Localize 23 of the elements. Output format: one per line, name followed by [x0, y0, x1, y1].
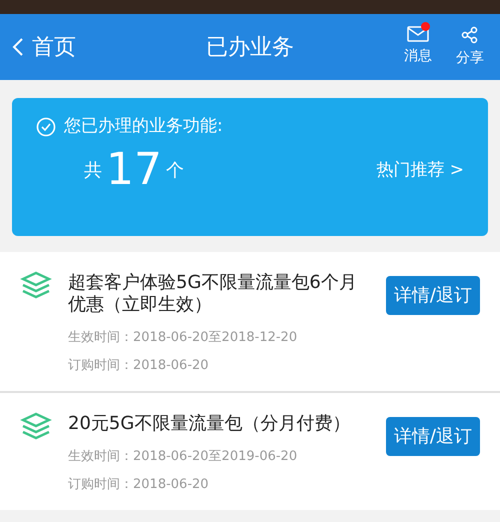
summary-label: 您已办理的业务功能: — [64, 115, 223, 138]
page-title: 已办业务 — [206, 34, 294, 62]
service-name: 超套客户体验5G不限量流量包6个月优惠（立即生效） — [68, 272, 358, 316]
share-button[interactable]: 分享 — [456, 26, 484, 68]
service-count: 17 — [106, 148, 162, 192]
order-date: 订购时间：2018-06-20 — [68, 356, 210, 374]
count-suffix: 个 — [166, 158, 184, 182]
layers-icon — [20, 411, 52, 441]
back-icon — [12, 37, 24, 57]
messages-button[interactable]: 消息 — [404, 26, 432, 68]
popular-link[interactable]: 热门推荐 > — [376, 158, 464, 184]
details-button[interactable]: 详情/退订 — [386, 417, 480, 456]
check-circle-icon — [36, 116, 56, 137]
back-button[interactable]: 首页 — [12, 30, 76, 64]
effective-period: 生效时间：2018-06-20至2018-12-20 — [68, 329, 298, 347]
mail-icon — [407, 26, 429, 42]
order-date: 订购时间：2018-06-20 — [68, 476, 210, 494]
count-prefix: 共 — [84, 158, 102, 182]
effective-period: 生效时间：2018-06-20至2019-06-20 — [68, 448, 298, 466]
share-icon — [461, 26, 479, 44]
service-name: 20元5G不限量流量包（分月付费） — [68, 413, 352, 435]
layers-icon — [20, 270, 52, 300]
details-button[interactable]: 详情/退订 — [386, 276, 480, 315]
